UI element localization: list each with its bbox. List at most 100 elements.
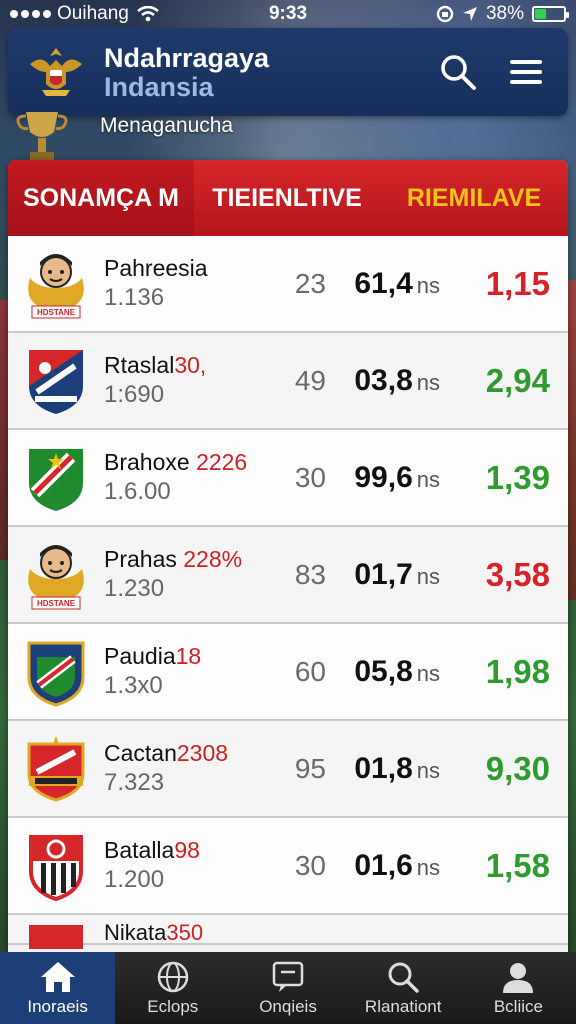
table-row-partial[interactable]: Nikata350 [8, 915, 568, 949]
team-sub-value: 1.3x0 [104, 671, 163, 699]
score-value: 61,4 [354, 266, 413, 300]
team-crest-icon [22, 733, 90, 805]
score-value: 01,8 [354, 751, 413, 785]
team-name: Batalla [104, 836, 175, 863]
team-list: HDSTANE Pahreesia 1.136 23 61,4ns 1,15 [8, 236, 568, 949]
team-tag: 30, [174, 351, 207, 378]
rank-number: 30 [294, 461, 326, 493]
score-unit: ns [416, 272, 440, 298]
tab-bar: SONAMÇA M TIEIENLTIVE RIEMILAVE [8, 160, 568, 236]
app-subtitle: Indansia [104, 72, 214, 102]
table-row[interactable]: Rtaslal30, 1:690 49 03,8 ns 2,94 [8, 333, 568, 430]
nav-label: Inoraeis [27, 996, 88, 1016]
search-button[interactable] [434, 48, 482, 96]
nav-label: Onqieis [259, 996, 317, 1016]
app-header: Ndahrragaya Indansia [8, 28, 568, 116]
odds-value: 1,98 [485, 652, 550, 690]
battery-percent: 38% [485, 3, 524, 24]
team-name: Prahas [104, 545, 184, 572]
table-row[interactable]: Cactan2308 7.323 95 01,8 ns 9,30 [8, 721, 568, 818]
team-name: Rtaslal [104, 351, 175, 378]
score-value: 03,8 [354, 363, 413, 397]
team-name: Brahoxe [104, 448, 197, 475]
table-row[interactable]: Batalla98 1.200 30 01,6 ns 1,58 [8, 818, 568, 915]
rank-number: 30 [294, 849, 326, 881]
rotation-lock-icon [436, 5, 454, 23]
team-name: Pahreesia [104, 254, 208, 281]
nav-label: Eclops [147, 996, 199, 1016]
battery-level [535, 9, 546, 19]
table-row[interactable]: Paudia18 1.3x0 60 05,8 ns 1,98 [8, 624, 568, 721]
table-row[interactable]: HDSTANE Prahas 228% 1.230 83 01,7 ns 3,58 [8, 527, 568, 624]
app-title: Ndahrragaya [104, 43, 270, 73]
location-icon [462, 7, 477, 21]
team-crest-icon [22, 830, 90, 902]
team-crest-icon [22, 345, 90, 417]
rank-number: 23 [294, 267, 326, 299]
garuda-crest-icon [30, 48, 82, 96]
nav-item-explore[interactable]: Eclops [115, 952, 230, 1024]
nav-label: Bcliice [493, 996, 543, 1016]
chat-icon [272, 961, 304, 992]
nav-item-profile[interactable]: Bcliice [461, 952, 576, 1024]
team-tag: 18 [175, 642, 202, 669]
team-name: Cactan [104, 739, 177, 766]
score-value: 99,6 [354, 460, 413, 494]
team-crest-icon [22, 919, 90, 949]
status-bar: Ouihang 9:33 38% [0, 0, 576, 28]
globe-icon [157, 961, 189, 992]
home-icon [40, 961, 75, 992]
menu-button[interactable] [502, 48, 550, 96]
rank-number: 49 [294, 364, 326, 396]
score-value: 01,7 [354, 557, 413, 591]
score-unit: ns [416, 660, 440, 686]
standings-card: SONAMÇA M TIEIENLTIVE RIEMILAVE HDSTANE … [8, 160, 568, 954]
trophy-icon [16, 112, 68, 160]
team-tag: 350 [166, 920, 204, 945]
hamburger-menu-icon [510, 60, 542, 84]
table-row[interactable]: HDSTANE Pahreesia 1.136 23 61,4 ns 1,15 [8, 236, 568, 333]
nav-item-home[interactable]: Inoraeis [0, 952, 116, 1024]
odds-value: 1,58 [485, 846, 550, 884]
odds-value: 9,30 [485, 749, 550, 787]
score-unit: ns [416, 563, 440, 589]
team-sub-value: 1.6.00 [104, 477, 171, 505]
nav-item-search[interactable]: Rlanationt [346, 952, 461, 1024]
team-sub-value: 1.136 [104, 283, 165, 311]
carrier-label: Ouihang [57, 3, 129, 24]
battery-icon [532, 6, 569, 22]
nav-label: Rlanationt [364, 996, 442, 1016]
score-value: 05,8 [354, 654, 413, 688]
team-tag: 228% [183, 545, 243, 572]
team-sub-value: 1.230 [104, 574, 165, 602]
score-unit: ns [416, 369, 440, 395]
search-icon [441, 55, 476, 90]
crest-label: HDSTANE [37, 599, 76, 608]
odds-value: 1,15 [485, 264, 550, 302]
team-sub-value: 7.323 [104, 768, 165, 796]
team-name: Nikata [104, 920, 167, 945]
score-unit: ns [416, 757, 440, 783]
team-tag: 2308 [176, 739, 229, 766]
team-tag: 2226 [196, 448, 248, 475]
section-label: Menaganucha [100, 114, 234, 137]
crest-label: HDSTANE [37, 308, 76, 317]
tab-sonamca[interactable]: SONAMÇA M [8, 160, 194, 236]
odds-value: 2,94 [485, 361, 550, 399]
wifi-icon [137, 6, 159, 22]
tab-tieienltive[interactable]: TIEIENLTIVE [194, 160, 380, 236]
team-tag: 98 [174, 836, 200, 863]
nav-item-messages[interactable]: Onqieis [230, 952, 345, 1024]
team-crest-icon: HDSTANE [22, 539, 90, 611]
table-row[interactable]: Brahoxe 2226 1.6.00 30 99,6 ns 1,39 [8, 430, 568, 527]
bottom-nav: Inoraeis Eclops Onqieis Rlanationt Bclii… [0, 952, 576, 1024]
team-sub-value: 1:690 [104, 380, 165, 408]
tab-riemilave[interactable]: RIEMILAVE [380, 160, 568, 236]
signal-icon [10, 10, 51, 18]
team-crest-icon [22, 636, 90, 708]
user-icon [503, 962, 534, 993]
rank-number: 83 [294, 558, 326, 590]
rank-number: 60 [294, 655, 326, 687]
team-crest-icon [22, 442, 90, 514]
odds-value: 1,39 [485, 458, 550, 496]
